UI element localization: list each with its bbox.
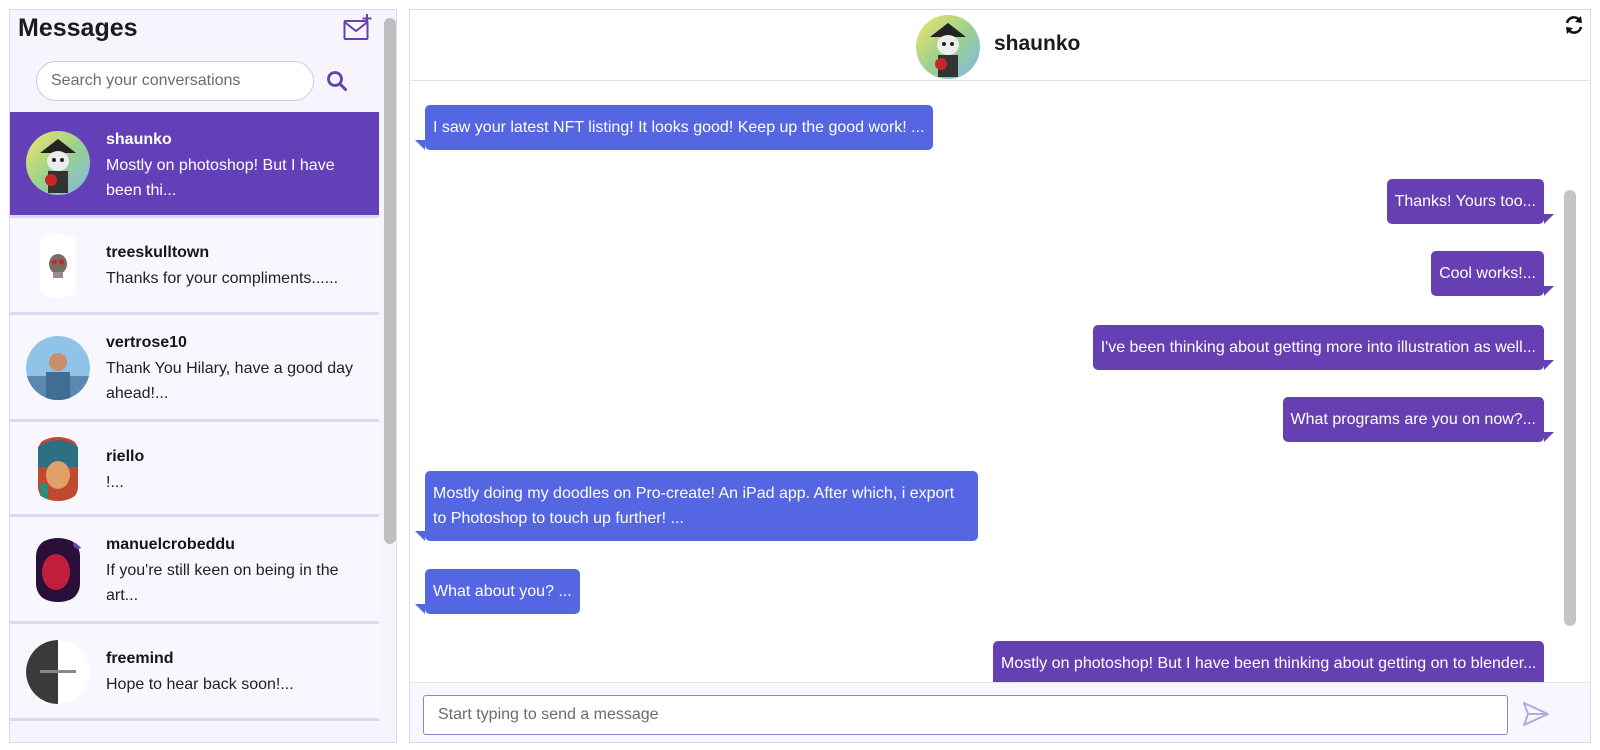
conversation-item-treeskulltown[interactable]: treeskulltown Thanks for your compliment… <box>10 218 379 315</box>
contact-name: shaunko <box>994 32 1081 55</box>
conversation-name: riello <box>106 448 145 465</box>
message-bubble-outgoing: Thanks! Yours too... <box>1386 179 1555 224</box>
message-input[interactable] <box>423 695 1508 735</box>
conversation-name: manuelcrobeddu <box>106 536 235 553</box>
message-bubble-incoming: What about you? ... <box>415 569 580 614</box>
photo-avatar-icon <box>26 336 90 400</box>
conversation-preview: If you're still keen on being in the art… <box>106 562 339 604</box>
avatar <box>26 437 90 501</box>
conversation-name: freemind <box>106 650 174 667</box>
avatar <box>26 640 90 704</box>
search-field <box>36 61 314 101</box>
search-icon <box>327 71 347 91</box>
conversation-scrollbar[interactable] <box>384 18 396 544</box>
pirate-cat-avatar-icon <box>916 15 980 79</box>
message-bubble-outgoing: Cool works!... <box>1431 251 1554 296</box>
conversation-name: vertrose10 <box>106 334 187 351</box>
message-bubble-outgoing: What programs are you on now?... <box>1282 397 1555 442</box>
conversation-item-freemind[interactable]: freemind Hope to hear back soon!... <box>10 624 379 721</box>
conversation-preview: Hope to hear back soon!... <box>106 676 294 693</box>
message-bubble-incoming: Mostly doing my doodles on Pro-create! A… <box>415 471 978 541</box>
refresh-button[interactable] <box>1563 14 1585 36</box>
avatar <box>26 538 90 602</box>
avatar <box>26 336 90 400</box>
freemind-logo-avatar-icon <box>26 640 90 704</box>
message-bubble-outgoing: I've been thinking about getting more in… <box>1092 325 1555 370</box>
avatar <box>26 234 90 298</box>
message-thread: I saw your latest NFT listing! It looks … <box>410 82 1590 682</box>
conversations-header: Messages <box>10 10 396 112</box>
refresh-icon <box>1565 16 1583 34</box>
conversation-preview: Thank You Hilary, have a good day ahead!… <box>106 360 353 402</box>
message-composer <box>410 682 1590 742</box>
message-scrollbar[interactable] <box>1564 190 1576 626</box>
contact-avatar <box>916 15 980 79</box>
conversation-name: shaunko <box>106 131 172 148</box>
compose-mail-icon <box>343 14 372 40</box>
search-button[interactable] <box>325 69 349 93</box>
conversations-panel: Messages Search your conversations shaun… <box>9 9 397 743</box>
conversation-item-shaunko[interactable]: shaunko Mostly on photoshop! But I have … <box>10 112 379 218</box>
pirate-cat-avatar-icon <box>26 131 90 195</box>
message-bubble-outgoing: Mostly on photoshop! But I have been thi… <box>993 641 1544 682</box>
search-input[interactable] <box>37 62 313 100</box>
portrait-avatar-icon <box>26 437 90 501</box>
conversation-preview: !... <box>106 474 124 491</box>
skull-avatar-icon <box>26 234 90 298</box>
chat-header: shaunko <box>410 10 1590 81</box>
conversation-preview: Thanks for your compliments...... <box>106 270 339 287</box>
new-message-button[interactable] <box>343 13 373 43</box>
message-bubble-incoming: I saw your latest NFT listing! It looks … <box>415 105 933 150</box>
avatar <box>26 131 90 195</box>
conversation-name: treeskulltown <box>106 244 210 261</box>
conversation-item-manuelcrobeddu[interactable]: manuelcrobeddu If you're still keen on b… <box>10 517 379 624</box>
conversation-list: shaunko Mostly on photoshop! But I have … <box>10 112 379 721</box>
conversation-item-riello[interactable]: riello !... <box>10 422 379 517</box>
page-title: Messages <box>18 14 138 42</box>
send-button[interactable] <box>1521 699 1551 729</box>
conversation-item-vertrose10[interactable]: vertrose10 Thank You Hilary, have a good… <box>10 315 379 422</box>
red-face-avatar-icon <box>26 538 90 602</box>
chat-panel: shaunko I saw your latest NFT listing! I… <box>409 9 1591 743</box>
send-icon <box>1523 702 1549 726</box>
conversation-preview: Mostly on photoshop! But I have been thi… <box>106 157 335 199</box>
